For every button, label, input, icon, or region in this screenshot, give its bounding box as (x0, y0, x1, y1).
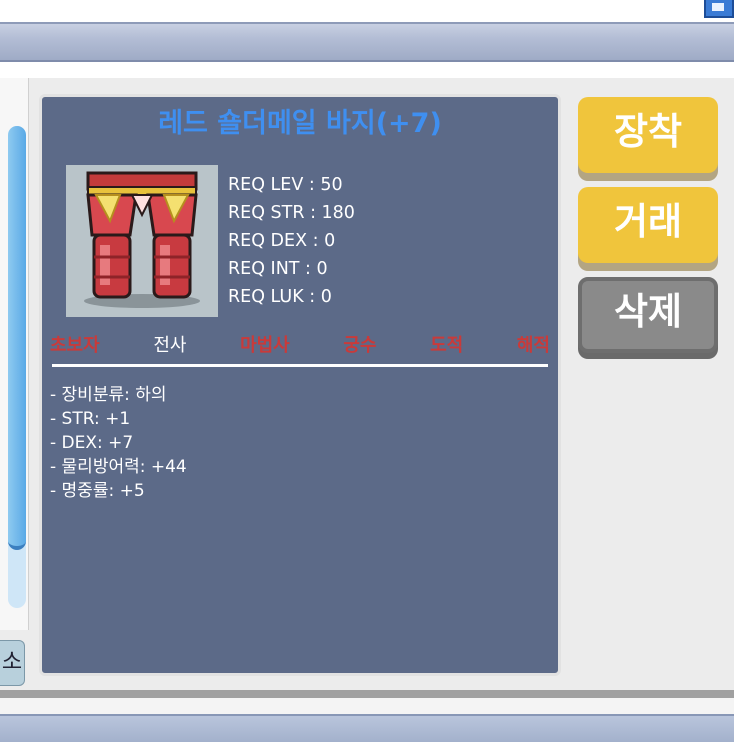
delete-button-label: 삭제 (613, 290, 683, 333)
item-image (66, 165, 218, 317)
sort-button[interactable]: 소 (0, 640, 25, 686)
job-magician: 마법사 (240, 335, 290, 356)
stat-dex: - DEX: +7 (50, 433, 134, 453)
stat-defense: - 물리방어력: +44 (50, 457, 187, 477)
pants-icon (66, 165, 218, 317)
top-toolbar (0, 22, 734, 62)
top-strip (0, 0, 734, 22)
req-int: REQ INT : 0 (228, 259, 328, 279)
item-info-panel: 레드 숄더메일 바지(+7) REQ LEV: 50 REQ STR: 18… (39, 94, 561, 676)
trade-button[interactable]: 거래 (578, 187, 718, 263)
req-level: REQ LEV : 50 (228, 175, 343, 195)
stat-accuracy: - 명중률: +5 (50, 481, 145, 501)
job-beginner: 초보자 (50, 335, 100, 356)
bottom-toolbar (0, 714, 734, 742)
header-gap (0, 62, 734, 78)
job-list: 초보자 전사 마법사 궁수 도적 해적 (50, 331, 550, 359)
stat-category: - 장비분류: 하의 (50, 385, 167, 405)
requirements-list: REQ LEV : 50 REQ STR : 180 REQ DEX : 0 R… (228, 171, 355, 311)
req-str: REQ STR : 180 (228, 203, 355, 223)
stat-str: - STR: +1 (50, 409, 131, 429)
job-archer: 궁수 (343, 335, 377, 356)
req-dex: REQ DEX : 0 (228, 231, 336, 251)
window-corner-icon[interactable] (704, 0, 734, 18)
job-warrior: 전사 (153, 335, 187, 356)
item-stats: - 장비분류: 하의 - STR: +1 - DEX: +7 - 물리방어력: … (50, 383, 187, 503)
divider (52, 364, 548, 367)
item-title: 레드 숄더메일 바지(+7) (158, 108, 442, 139)
job-thief: 도적 (430, 335, 464, 356)
equip-button[interactable]: 장착 (578, 97, 718, 173)
delete-button[interactable]: 삭제 (578, 277, 718, 353)
bottom-gap (0, 698, 734, 714)
scrollbar-thumb[interactable] (8, 126, 26, 550)
bottom-divider (0, 690, 734, 698)
job-pirate: 해적 (516, 335, 550, 356)
req-luk: REQ LUK : 0 (228, 287, 332, 307)
